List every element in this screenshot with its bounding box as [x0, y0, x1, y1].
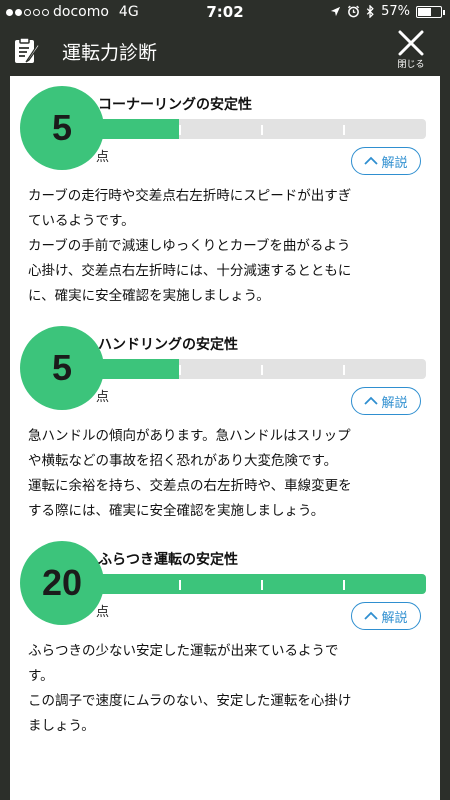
description-line: ふらつきの少ない安定した運転が出来ているようで — [28, 643, 339, 659]
description-line: この調子で速度にムラのない、安定した運転を心掛け — [28, 693, 352, 709]
score-circle: 20 — [20, 541, 104, 625]
section-description: カーブの走行時や交差点右左折時にスピードが出すぎ ているようです。 カーブの手前… — [28, 184, 428, 309]
explanation-toggle-button[interactable]: 解説 — [351, 602, 421, 630]
score-bar — [96, 574, 426, 594]
explanation-toggle-button[interactable]: 解説 — [351, 387, 421, 415]
battery-percent: 57% — [381, 4, 410, 19]
score-unit: 点 — [96, 390, 110, 405]
explanation-toggle-button[interactable]: 解説 — [351, 147, 421, 175]
section-title: ふらつき運転の安定性 — [98, 552, 238, 568]
score-circle: 5 — [20, 326, 104, 410]
description-line: 急ハンドルの傾向があります。急ハンドルはスリップ — [28, 428, 351, 444]
score-bar-fill — [96, 119, 179, 139]
score-bar — [96, 359, 426, 379]
bluetooth-icon — [366, 5, 374, 18]
score-unit: 点 — [96, 605, 110, 620]
close-label: 閉じる — [397, 60, 425, 70]
explanation-toggle-label: 解説 — [381, 610, 408, 626]
description-line: 運転に余裕を持ち、交差点の右左折時や、車線変更を — [28, 478, 352, 494]
clipboard-edit-icon — [15, 37, 40, 63]
chevron-up-icon — [364, 396, 379, 405]
score-bar-fill — [96, 359, 179, 379]
status-icons: 57% — [330, 4, 445, 19]
description-line: する際には、確実に安全確認を実施しましょう。 — [28, 503, 325, 519]
section-title: ハンドリングの安定性 — [98, 337, 238, 353]
explanation-toggle-label: 解説 — [381, 155, 408, 171]
app-header: 運転力診断 閉じる — [0, 24, 450, 76]
alarm-icon — [348, 5, 360, 18]
location-arrow-icon — [331, 6, 341, 17]
chevron-up-icon — [364, 156, 379, 165]
description-line: カーブの手前で減速しゆっくりとカーブを曲がるよう — [28, 238, 351, 254]
chevron-up-icon — [364, 611, 379, 620]
description-line: カーブの走行時や交差点右左折時にスピードが出すぎ — [28, 188, 352, 204]
section-description: 急ハンドルの傾向があります。急ハンドルはスリップ や横転などの事故を招く恐れがあ… — [28, 424, 428, 524]
explanation-toggle-label: 解説 — [381, 395, 408, 411]
battery-icon — [416, 5, 445, 18]
score-unit: 点 — [96, 150, 110, 165]
description-line: や横転などの事故を招く恐れがあり大変危険です。 — [28, 453, 338, 469]
close-button[interactable]: 閉じる — [394, 30, 428, 74]
description-line: す。 — [28, 668, 54, 684]
description-line: ているようです。 — [28, 213, 135, 229]
score-bar — [96, 119, 426, 139]
score-circle: 5 — [20, 86, 104, 170]
close-icon — [398, 30, 424, 56]
description-line: ましょう。 — [28, 718, 95, 734]
page-title: 運転力診断 — [62, 42, 158, 64]
section-description: ふらつきの少ない安定した運転が出来ているようで す。 この調子で速度にムラのない… — [28, 639, 428, 739]
description-line: に、確実に安全確認を実施しましょう。 — [28, 288, 270, 304]
section-title: コーナーリングの安定性 — [98, 97, 252, 113]
description-line: 心掛け、交差点右左折時には、十分減速するとともに — [28, 263, 352, 279]
diagnosis-content[interactable]: 5 コーナーリングの安定性 点 解説 カーブの走行時や交差点右左折時にスピードが… — [10, 76, 440, 800]
status-bar: docomo 4G 7:02 57% — [0, 0, 450, 24]
